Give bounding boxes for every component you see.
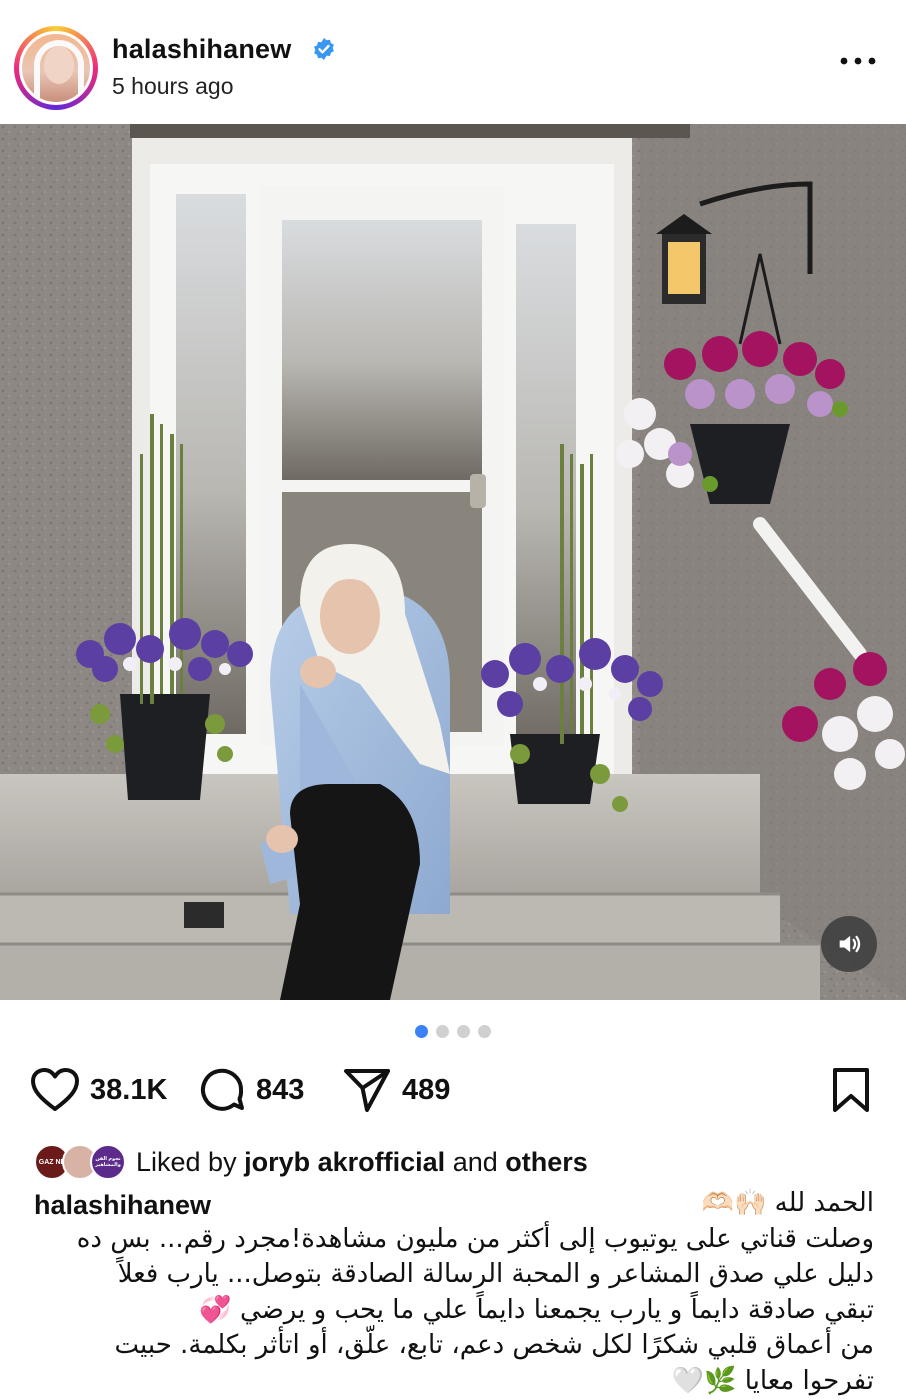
liked-by-user[interactable]: joryb akrofficial [244, 1147, 445, 1177]
liked-by-avatar[interactable]: نجوم الفن والمشاهير [90, 1144, 126, 1180]
mute-toggle-button[interactable] [821, 916, 877, 972]
action-bar: 38.1K 843 489 [0, 1060, 906, 1120]
post-header: halashihanew 5 hours ago [0, 0, 906, 124]
comment-button[interactable]: 843 [198, 1066, 304, 1114]
liked-by-row: GAZ NE نجوم الفن والمشاهير Liked by jory… [34, 1138, 874, 1186]
liked-by-avatars[interactable]: GAZ NE نجوم الفن والمشاهير [34, 1142, 126, 1182]
bookmark-icon [833, 1068, 869, 1112]
caption-line: تفرحوا معايا 🌿🤍 [671, 1365, 874, 1396]
like-count[interactable]: 38.1K [90, 1074, 167, 1107]
caption-line: الحمد لله 🙌🏻🫶🏻 [701, 1188, 874, 1218]
carousel-dot[interactable] [478, 1025, 491, 1038]
like-button[interactable]: 38.1K [30, 1066, 167, 1114]
verified-badge-icon [314, 38, 334, 60]
more-horizontal-icon[interactable] [838, 52, 878, 76]
post-image-illustration [0, 124, 906, 1000]
comment-count[interactable]: 843 [256, 1074, 304, 1107]
caption-line: من أعماق قلبي شكرًا لكل شخص دعم، تابع، ع… [114, 1330, 875, 1361]
carousel-dot[interactable] [436, 1025, 449, 1038]
avatar[interactable] [19, 31, 93, 105]
carousel-indicator [0, 1025, 906, 1039]
caption-line: تبقي صادقة دايماً و يارب يجمعنا دايماً ع… [199, 1294, 874, 1325]
share-count[interactable]: 489 [402, 1074, 450, 1107]
comment-bubble-icon [201, 1068, 244, 1111]
carousel-dot[interactable] [415, 1025, 428, 1038]
carousel-dot[interactable] [457, 1025, 470, 1038]
story-ring-avatar[interactable] [14, 26, 98, 110]
caption-line: وصلت قناتي على يوتيوب إلى أكثر من مليون … [76, 1223, 874, 1254]
send-paper-plane-icon [344, 1069, 390, 1112]
liked-by-others[interactable]: others [505, 1147, 588, 1177]
share-button[interactable]: 489 [342, 1066, 450, 1114]
liked-by-text: Liked by joryb akrofficial and others [136, 1146, 588, 1177]
post-username[interactable]: halashihanew [112, 34, 291, 65]
heart-icon [31, 1068, 79, 1111]
save-button[interactable] [830, 1066, 872, 1114]
caption-line: دليل علي صدق المشاعر و المحبة الرسالة ال… [117, 1259, 874, 1290]
caption-text: الحمد لله 🙌🏻🫶🏻 وصلت قناتي على يوتيوب إلى… [34, 1186, 874, 1400]
post-timestamp: 5 hours ago [112, 73, 234, 99]
post-image[interactable] [0, 124, 906, 1000]
speaker-icon [839, 935, 861, 953]
